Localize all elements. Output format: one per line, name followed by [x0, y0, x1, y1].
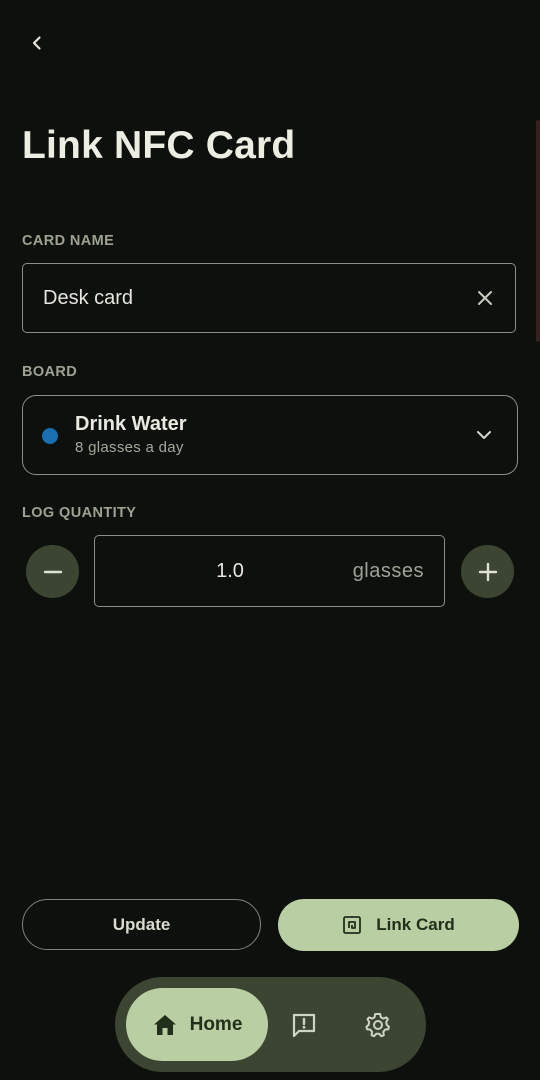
feedback-icon — [292, 1013, 316, 1038]
quantity-field[interactable]: glasses — [94, 535, 445, 607]
card-name-field[interactable] — [22, 263, 516, 333]
board-dropdown[interactable]: Drink Water 8 glasses a day — [22, 395, 518, 475]
bottom-navigation: Home — [115, 977, 426, 1072]
nav-feedback[interactable] — [288, 1009, 320, 1041]
log-quantity-label: LOG QUANTITY — [22, 505, 137, 521]
page-title: Link NFC Card — [22, 124, 296, 167]
board-subtitle: 8 glasses a day — [75, 439, 184, 456]
settings-gear-icon — [365, 1013, 390, 1038]
board-color-dot — [42, 428, 58, 444]
nav-home-label: Home — [189, 1013, 243, 1035]
chevron-down-icon — [473, 424, 495, 446]
back-button[interactable] — [18, 24, 56, 62]
board-label: BOARD — [22, 364, 78, 380]
card-name-label: CARD NAME — [22, 233, 115, 249]
nfc-icon — [343, 916, 362, 934]
close-icon — [478, 291, 492, 305]
link-card-button[interactable]: Link Card — [278, 899, 519, 951]
quantity-input[interactable] — [95, 536, 365, 606]
plus-icon — [478, 562, 497, 581]
home-icon — [153, 1014, 176, 1035]
nav-home[interactable]: Home — [126, 988, 268, 1061]
decrement-button[interactable] — [26, 545, 79, 598]
nav-settings[interactable] — [362, 1009, 394, 1041]
link-nfc-card-screen: Link NFC Card CARD NAME BOARD Drink Wate… — [0, 0, 540, 1080]
update-button[interactable]: Update — [22, 899, 261, 950]
quantity-unit: glasses — [352, 560, 424, 582]
minus-icon — [43, 570, 62, 573]
increment-button[interactable] — [461, 545, 514, 598]
link-card-button-label: Link Card — [376, 915, 455, 934]
board-name: Drink Water — [75, 413, 187, 435]
update-button-label: Update — [112, 914, 171, 934]
card-name-input[interactable] — [43, 264, 463, 332]
arrow-back-icon — [32, 36, 41, 50]
scroll-indicator — [536, 120, 540, 342]
clear-button[interactable] — [473, 286, 497, 310]
